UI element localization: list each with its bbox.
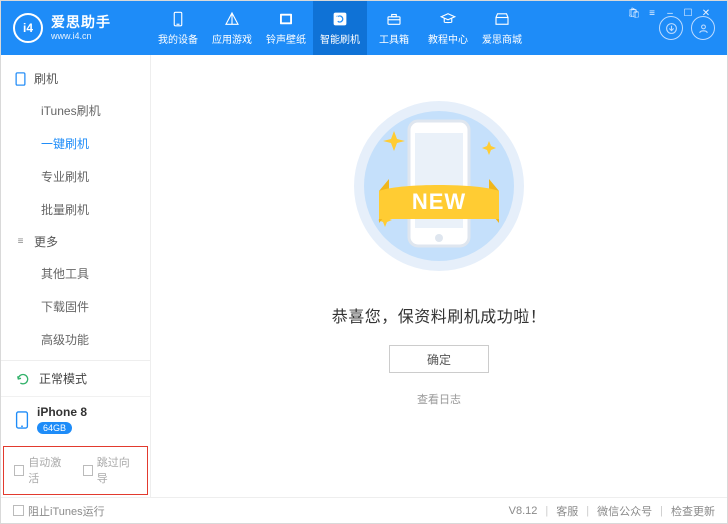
nav-label: 我的设备 xyxy=(158,31,198,46)
status-right: V8.12 | 客服 | 微信公众号 | 检查更新 xyxy=(509,503,715,519)
separator: | xyxy=(660,505,663,517)
sidebar-scroll: 刷机 iTunes刷机 一键刷机 专业刷机 批量刷机 ≡ 更多 其他工具 下载固… xyxy=(1,55,150,360)
label: 自动激活 xyxy=(28,454,68,486)
toolbox-icon xyxy=(385,10,403,28)
logo-icon: i4 xyxy=(13,13,43,43)
nav: 我的设备 应用游戏 铃声壁纸 智能刷机 工具箱 教程中心 xyxy=(151,1,529,55)
nav-ring[interactable]: 铃声壁纸 xyxy=(259,1,313,55)
nav-label: 智能刷机 xyxy=(320,31,360,46)
wechat-link[interactable]: 微信公众号 xyxy=(597,503,652,519)
hamburger-icon: ≡ xyxy=(15,237,26,246)
activation-options-highlight: 自动激活 跳过向导 xyxy=(3,446,148,495)
flash-icon xyxy=(331,10,349,28)
logo-sub: www.i4.cn xyxy=(51,31,111,42)
device-storage-badge: 64GB xyxy=(37,422,72,434)
maximize-button[interactable]: ☐ xyxy=(682,8,694,20)
apps-icon xyxy=(223,10,241,28)
checkbox-icon xyxy=(14,465,24,476)
sidebar-item-adv[interactable]: 高级功能 xyxy=(1,323,150,356)
sidebar-item-fw[interactable]: 下载固件 xyxy=(1,290,150,323)
device-icon xyxy=(15,411,29,429)
separator: | xyxy=(545,505,548,517)
nav-label: 教程中心 xyxy=(428,31,468,46)
nav-store[interactable]: 爱思商城 xyxy=(475,1,529,55)
device-info: iPhone 8 64GB xyxy=(37,405,87,434)
store-icon xyxy=(493,10,511,28)
cart-icon[interactable]: 🛍 xyxy=(628,8,640,20)
support-link[interactable]: 客服 xyxy=(556,503,578,519)
main-content: NEW 恭喜您，保资料刷机成功啦！ 确定 查看日志 xyxy=(151,55,727,497)
topbar-round-buttons: 🛍 ≡ – ☐ ✕ xyxy=(659,16,727,40)
nav-flash[interactable]: 智能刷机 xyxy=(313,1,367,55)
mode-row[interactable]: 正常模式 xyxy=(1,361,150,397)
checkbox-icon xyxy=(13,505,24,516)
sidebar-item-oneclick[interactable]: 一键刷机 xyxy=(1,127,150,160)
nav-label: 铃声壁纸 xyxy=(266,31,306,46)
phone-icon xyxy=(169,10,187,28)
success-message: 恭喜您，保资料刷机成功啦！ xyxy=(332,303,547,327)
group-title: 更多 xyxy=(34,233,58,250)
nav-label: 爱思商城 xyxy=(482,31,522,46)
sidebar-item-pro[interactable]: 专业刷机 xyxy=(1,160,150,193)
minimize-button[interactable]: – xyxy=(664,8,676,20)
ok-button[interactable]: 确定 xyxy=(389,345,489,373)
logo-text: 爱思助手 www.i4.cn xyxy=(51,14,111,42)
app-window: i4 爱思助手 www.i4.cn 我的设备 应用游戏 铃声壁纸 智能刷机 xyxy=(0,0,728,524)
nav-device[interactable]: 我的设备 xyxy=(151,1,205,55)
nav-label: 应用游戏 xyxy=(212,31,252,46)
wallpaper-icon xyxy=(277,10,295,28)
label: 阻止iTunes运行 xyxy=(28,503,105,519)
window-controls: 🛍 ≡ – ☐ ✕ xyxy=(628,4,720,20)
sidebar-item-other[interactable]: 其他工具 xyxy=(1,257,150,290)
menu-icon[interactable]: ≡ xyxy=(646,8,658,20)
refresh-icon xyxy=(15,371,31,387)
nav-apps[interactable]: 应用游戏 xyxy=(205,1,259,55)
nav-label: 工具箱 xyxy=(379,31,409,46)
sidebar-group-more[interactable]: ≡ 更多 xyxy=(1,226,150,257)
graduate-icon xyxy=(439,10,457,28)
sidebar-bottom: 正常模式 iPhone 8 64GB 自动激活 跳过向导 xyxy=(1,360,150,497)
sidebar-group-flash[interactable]: 刷机 xyxy=(1,63,150,94)
body: 刷机 iTunes刷机 一键刷机 专业刷机 批量刷机 ≡ 更多 其他工具 下载固… xyxy=(1,55,727,497)
topbar: i4 爱思助手 www.i4.cn 我的设备 应用游戏 铃声壁纸 智能刷机 xyxy=(1,1,727,55)
nav-tools[interactable]: 工具箱 xyxy=(367,1,421,55)
sidebar-item-itunes[interactable]: iTunes刷机 xyxy=(1,94,150,127)
ribbon-text: NEW xyxy=(412,189,466,214)
separator: | xyxy=(586,505,589,517)
device-row[interactable]: iPhone 8 64GB xyxy=(1,397,150,444)
group-title: 刷机 xyxy=(34,70,58,87)
logo: i4 爱思助手 www.i4.cn xyxy=(1,1,151,55)
success-illustration: NEW xyxy=(339,91,539,281)
close-button[interactable]: ✕ xyxy=(700,8,712,20)
checkbox-icon xyxy=(83,465,93,476)
version-label: V8.12 xyxy=(509,505,538,517)
sidebar: 刷机 iTunes刷机 一键刷机 专业刷机 批量刷机 ≡ 更多 其他工具 下载固… xyxy=(1,55,151,497)
phone-small-icon xyxy=(15,74,26,83)
logo-title: 爱思助手 xyxy=(51,14,111,31)
nav-guide[interactable]: 教程中心 xyxy=(421,1,475,55)
mode-label: 正常模式 xyxy=(39,370,87,387)
label: 跳过向导 xyxy=(97,454,137,486)
update-link[interactable]: 检查更新 xyxy=(671,503,715,519)
auto-activate-check[interactable]: 自动激活 xyxy=(14,454,69,486)
status-bar: 阻止iTunes运行 V8.12 | 客服 | 微信公众号 | 检查更新 xyxy=(1,497,727,523)
view-log-link[interactable]: 查看日志 xyxy=(417,391,461,407)
block-itunes-check[interactable]: 阻止iTunes运行 xyxy=(13,503,105,519)
skip-wizard-check[interactable]: 跳过向导 xyxy=(83,454,138,486)
sidebar-item-batch[interactable]: 批量刷机 xyxy=(1,193,150,226)
device-name: iPhone 8 xyxy=(37,405,87,419)
